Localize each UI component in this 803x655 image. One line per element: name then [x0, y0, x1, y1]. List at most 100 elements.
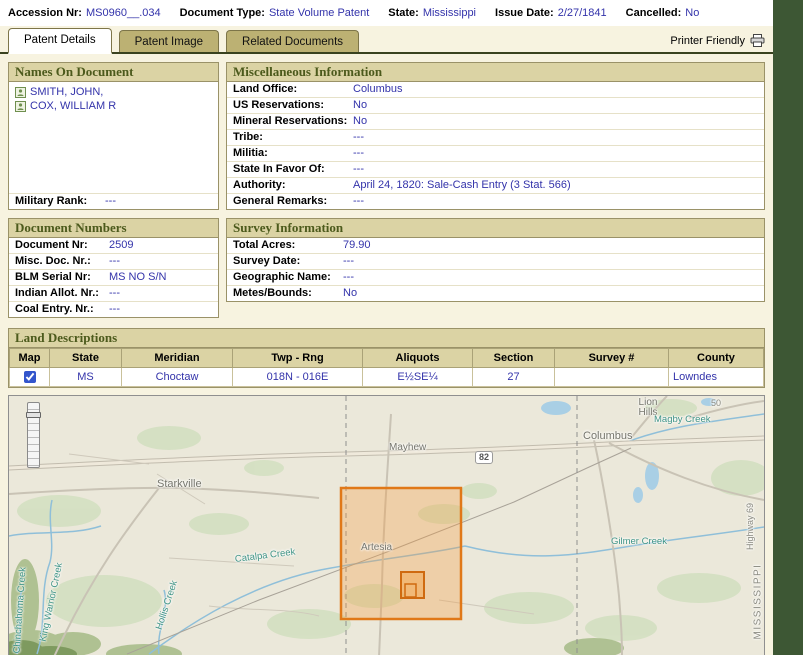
cancelled-label: Cancelled: [626, 7, 682, 20]
col-survey-nr: Survey # [555, 349, 669, 368]
tab-patent-details[interactable]: Patent Details [8, 28, 112, 54]
indian-allot-nr-value: --- [109, 288, 120, 299]
tribe-label: Tribe: [233, 132, 353, 143]
metes-bounds-value: No [343, 288, 357, 299]
general-remarks-value: --- [353, 196, 364, 207]
misc-doc-nr-row: Misc. Doc. Nr.:--- [9, 254, 218, 270]
accession-label: Accession Nr: [8, 7, 82, 20]
authority-label: Authority: [233, 180, 353, 191]
blm-serial-nr-row: BLM Serial Nr:MS NO S/N [9, 270, 218, 286]
col-county: County [669, 349, 764, 368]
cell-meridian: Choctaw [122, 368, 233, 387]
coal-entry-nr-value: --- [109, 304, 120, 315]
document-type-value: State Volume Patent [269, 7, 369, 20]
tribe-value: --- [353, 132, 364, 143]
patentee-name-link[interactable]: COX, WILLIAM R [30, 100, 116, 113]
route-50-label: 50 [711, 398, 721, 408]
document-type-label: Document Type: [180, 7, 265, 20]
printer-friendly-label: Printer Friendly [670, 35, 745, 47]
township-highlight [341, 488, 461, 619]
patentee-list: SMITH, JOHN, COX, WILLIAM R [9, 82, 218, 193]
accession-field: Accession Nr: MS0960__.034 [8, 7, 161, 20]
military-rank-row: Military Rank: --- [9, 193, 218, 209]
land-descriptions-panel: Land Descriptions Map State Meridian Twp… [8, 328, 765, 388]
zoom-slider-handle[interactable] [26, 412, 41, 418]
document-nr-label: Document Nr: [15, 240, 109, 251]
state-field: State: Mississippi [388, 7, 476, 20]
patentee-icon [15, 101, 26, 112]
mineral-reservations-value: No [353, 116, 367, 127]
land-panel-title: Land Descriptions [9, 329, 764, 348]
geographic-name-value: --- [343, 272, 354, 283]
general-remarks-label: General Remarks: [233, 196, 353, 207]
printer-friendly-link[interactable]: Printer Friendly [670, 34, 765, 52]
col-map: Map [10, 349, 50, 368]
survey-panel-title: Survey Information [227, 219, 764, 238]
coal-entry-nr-row: Coal Entry. Nr.:--- [9, 302, 218, 317]
us-reservations-value: No [353, 100, 367, 111]
authority-row: Authority:April 24, 1820: Sale-Cash Entr… [227, 178, 764, 194]
misc-panel-title: Miscellaneous Information [227, 63, 764, 82]
names-on-document-panel: Names On Document SMITH, JOHN, [8, 62, 219, 210]
land-office-label: Land Office: [233, 84, 353, 95]
col-aliquots: Aliquots [363, 349, 473, 368]
patentee-name-link[interactable]: SMITH, JOHN, [30, 86, 103, 99]
miscellaneous-information-panel: Miscellaneous Information Land Office:Co… [226, 62, 765, 210]
general-remarks-row: General Remarks:--- [227, 194, 764, 209]
names-panel-title: Names On Document [9, 63, 218, 82]
record-summary-bar: Accession Nr: MS0960__.034 Document Type… [0, 0, 773, 26]
tab-bar: Patent Details Patent Image Related Docu… [0, 26, 773, 54]
col-twp-rng: Twp - Rng [233, 349, 363, 368]
document-numbers-panel: Document Numbers Document Nr:2509 Misc. … [8, 218, 219, 318]
map-checkbox[interactable] [24, 371, 36, 383]
table-row: MS Choctaw 018N - 016E E½SE¼ 27 Lowndes [10, 368, 764, 387]
state-in-favor-value: --- [353, 164, 364, 175]
tab-patent-image[interactable]: Patent Image [119, 30, 219, 52]
militia-value: --- [353, 148, 364, 159]
issue-date-label: Issue Date: [495, 7, 554, 20]
misc-doc-nr-label: Misc. Doc. Nr.: [15, 256, 109, 267]
us-reservations-row: US Reservations:No [227, 98, 764, 114]
total-acres-label: Total Acres: [233, 240, 343, 251]
authority-value: April 24, 1820: Sale-Cash Entry (3 Stat.… [353, 180, 571, 191]
document-nr-value: 2509 [109, 240, 133, 251]
state-in-favor-label: State In Favor Of: [233, 164, 353, 175]
printer-icon [750, 34, 765, 47]
state-in-favor-row: State In Favor Of:--- [227, 162, 764, 178]
map-zoom-slider[interactable] [27, 402, 40, 468]
misc-doc-nr-value: --- [109, 256, 120, 267]
mineral-reservations-label: Mineral Reservations: [233, 116, 353, 127]
map-label-mayhew: Mayhew [389, 442, 426, 453]
col-state: State [50, 349, 122, 368]
map-label-artesia: Artesia [361, 542, 392, 553]
map-canvas [9, 396, 764, 655]
map-label-mississippi: MISSISSIPPI [753, 564, 764, 640]
map-label-magby-creek: Magby Creek [654, 414, 711, 425]
survey-date-label: Survey Date: [233, 256, 343, 267]
main-content: Names On Document SMITH, JOHN, [0, 54, 773, 655]
land-description-map[interactable]: Starkville Mayhew Columbus Artesia Lion … [8, 395, 765, 655]
tribe-row: Tribe:--- [227, 130, 764, 146]
cell-county: Lowndes [669, 368, 764, 387]
glo-patent-details-page: Accession Nr: MS0960__.034 Document Type… [0, 0, 773, 655]
militia-label: Militia: [233, 148, 353, 159]
cell-survey-nr [555, 368, 669, 387]
list-item: COX, WILLIAM R [15, 100, 212, 113]
indian-allot-nr-label: Indian Allot. Nr.: [15, 288, 109, 299]
cancelled-value: No [685, 7, 699, 20]
militia-row: Militia:--- [227, 146, 764, 162]
list-item: SMITH, JOHN, [15, 86, 212, 99]
military-rank-value: --- [105, 196, 116, 207]
issue-date-value: 2/27/1841 [558, 7, 607, 20]
land-office-value: Columbus [353, 84, 403, 95]
cell-aliquots: E½SE¼ [363, 368, 473, 387]
state-value: Mississippi [423, 7, 476, 20]
map-label-gilmer-creek: Gilmer Creek [611, 536, 667, 547]
map-label-columbus: Columbus [583, 430, 633, 442]
document-nr-row: Document Nr:2509 [9, 238, 218, 254]
map-label-highway-69: Highway 69 [745, 503, 755, 550]
tab-related-documents[interactable]: Related Documents [226, 30, 359, 52]
land-office-row: Land Office:Columbus [227, 82, 764, 98]
col-meridian: Meridian [122, 349, 233, 368]
accession-value: MS0960__.034 [86, 7, 161, 20]
